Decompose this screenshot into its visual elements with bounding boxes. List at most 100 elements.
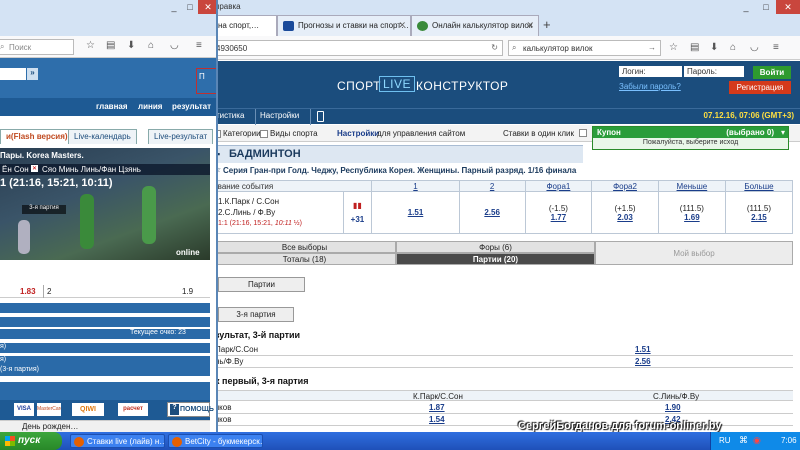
under-cell[interactable]: (111.5) 1.69: [657, 191, 726, 234]
network-icon[interactable]: ⌘: [739, 435, 748, 446]
bookmark-star-icon[interactable]: ☆: [669, 42, 678, 53]
filter-parties-button[interactable]: Партии: [218, 277, 305, 292]
maximize-button[interactable]: □: [182, 0, 198, 14]
menu-home[interactable]: главная: [96, 102, 128, 111]
tab-active-betcity[interactable]: на спорт,…: [213, 15, 277, 36]
col-2[interactable]: 2: [458, 180, 526, 192]
search-go-icon[interactable]: →: [648, 43, 656, 52]
close-window-button[interactable]: ✕: [198, 0, 216, 14]
tab-flash[interactable]: и(Flash версия): [0, 129, 74, 144]
help-button[interactable]: ? ПОМОЩЬ: [167, 402, 214, 417]
taskbar-item-firefox-2[interactable]: BetCity - букмекерск…: [168, 434, 263, 448]
tab-predictions[interactable]: Прогнозы и ставки на спорт… ✕: [277, 15, 411, 36]
under-odd[interactable]: 1.69: [684, 213, 700, 222]
nav-constructor[interactable]: КОНСТРУКТОР: [416, 79, 508, 93]
download-icon[interactable]: ⬇: [710, 42, 718, 53]
fora2-cell[interactable]: (+1.5) 2.03: [591, 191, 659, 234]
tab-foras[interactable]: Форы (6): [396, 241, 595, 253]
login-input-partial[interactable]: [0, 68, 26, 80]
result-odd[interactable]: 1.51: [635, 345, 651, 354]
tab-all-bets[interactable]: Все выборы: [213, 241, 396, 253]
minimize-button[interactable]: _: [736, 0, 756, 14]
bar-chart-icon[interactable]: ▮▮: [344, 199, 372, 213]
settings-link[interactable]: Настройки: [337, 129, 379, 138]
odd-right[interactable]: 1.9: [182, 287, 193, 296]
statistics-menu[interactable]: тистика: [216, 111, 244, 120]
antivirus-icon[interactable]: ◉: [753, 435, 761, 446]
bookmarks-list-icon[interactable]: ▤: [106, 40, 115, 51]
home-icon[interactable]: ⌂: [730, 42, 736, 53]
tab-parties[interactable]: Партии (20): [396, 253, 595, 265]
download-icon[interactable]: ⬇: [127, 40, 135, 51]
team2[interactable]: 2.С.Линь / Ф.Ву: [218, 207, 343, 218]
pocket-icon[interactable]: ◡: [170, 40, 179, 51]
reload-icon[interactable]: ↻: [491, 43, 498, 52]
tab-live-calendar[interactable]: Live-календарь: [68, 129, 137, 144]
forgot-password-link[interactable]: Забыли пароль?: [619, 82, 681, 91]
url-bar[interactable]: 4930650 ↻: [213, 40, 503, 56]
odd-1-cell[interactable]: 1.51: [371, 191, 460, 234]
result-odd[interactable]: 2.56: [635, 357, 651, 366]
home-icon[interactable]: ⌂: [148, 40, 154, 51]
team1[interactable]: 1.К.Парк / С.Сон: [218, 196, 343, 207]
password-field[interactable]: Пароль:: [684, 66, 744, 77]
one-click-checkbox[interactable]: [579, 129, 587, 137]
search-input[interactable]: ⌕ калькулятор вилок →: [508, 40, 661, 56]
tab-my-selection[interactable]: Мой выбор: [595, 241, 793, 265]
odd-1[interactable]: 1.51: [408, 208, 424, 217]
register-button[interactable]: Регистрация: [729, 81, 791, 94]
tab-live-results[interactable]: Live-результат: [148, 129, 214, 144]
col-under[interactable]: Меньше: [657, 180, 726, 192]
mobile-icon[interactable]: [317, 111, 324, 122]
login-panel-partial[interactable]: П: [196, 68, 216, 94]
tab-calculator[interactable]: Онлайн калькулятор вилок ✕: [411, 15, 539, 36]
points-odd-1[interactable]: 1.87: [429, 403, 445, 412]
odd-2-cell[interactable]: 2.56: [458, 191, 526, 234]
pocket-icon[interactable]: ◡: [750, 42, 759, 53]
close-window-button[interactable]: ✕: [776, 0, 800, 14]
maximize-button[interactable]: □: [756, 0, 776, 14]
login-field[interactable]: Логин:: [619, 66, 682, 77]
settings-menu[interactable]: Настройки: [260, 111, 299, 120]
odd-left[interactable]: 1.83: [20, 287, 36, 296]
sport-types-filter[interactable]: Виды спорта: [260, 129, 318, 138]
taskbar-item-firefox-1[interactable]: Ставки live (лайв) н…: [70, 434, 165, 448]
col-1[interactable]: 1: [371, 180, 460, 192]
menu-icon[interactable]: ≡: [773, 42, 779, 53]
fora1-cell[interactable]: (-1.5) 1.77: [524, 191, 593, 234]
left-search-input[interactable]: ⌕ Поиск: [0, 39, 74, 55]
checkbox[interactable]: [260, 129, 268, 138]
menu-results[interactable]: результат: [172, 102, 211, 111]
filter-third-party-button[interactable]: 3-я партия: [218, 307, 294, 322]
close-icon[interactable]: ✕: [398, 20, 406, 31]
points-odd-1[interactable]: 1.54: [429, 415, 445, 424]
odd-2[interactable]: 2.56: [484, 208, 500, 217]
over-odd[interactable]: 2.15: [751, 213, 767, 222]
close-icon[interactable]: ✕: [526, 20, 534, 31]
tab-totals[interactable]: Тоталы (18): [213, 253, 396, 265]
news-item[interactable]: День рожден…: [22, 422, 78, 431]
minimize-button[interactable]: _: [166, 0, 182, 14]
nav-live[interactable]: LIVE: [379, 76, 416, 92]
menu-line[interactable]: линия: [138, 102, 162, 111]
col-fora2[interactable]: Фора2: [591, 180, 659, 192]
language-indicator[interactable]: RU: [719, 436, 731, 445]
new-tab-button[interactable]: +: [543, 17, 551, 32]
bookmarks-list-icon[interactable]: ▤: [690, 42, 699, 53]
over-cell[interactable]: (111.5) 2.15: [724, 191, 794, 234]
fora2-odd[interactable]: 2.03: [617, 213, 633, 222]
col-fora1[interactable]: Фора1: [524, 180, 593, 192]
live-video[interactable]: Пары. Korea Masters. Ён Сон ✕ Сяо Минь Л…: [0, 148, 210, 260]
col-over[interactable]: Больше: [724, 180, 794, 192]
login-button[interactable]: Войти: [753, 66, 791, 79]
fora1-odd[interactable]: 1.77: [551, 213, 567, 222]
menu-icon[interactable]: ≡: [196, 40, 202, 51]
submit-arrow-button[interactable]: »: [27, 68, 38, 80]
start-button[interactable]: пуск: [0, 432, 62, 450]
categories-filter[interactable]: Категории: [213, 129, 261, 138]
bookmark-star-icon[interactable]: ☆: [86, 40, 95, 51]
points-odd-2[interactable]: 1.90: [665, 403, 681, 412]
coupon-header[interactable]: Купон (выбрано 0) ▾: [593, 127, 788, 138]
more-markets-link[interactable]: +31: [344, 213, 372, 227]
nav-sport[interactable]: СПОРТ: [337, 79, 381, 93]
